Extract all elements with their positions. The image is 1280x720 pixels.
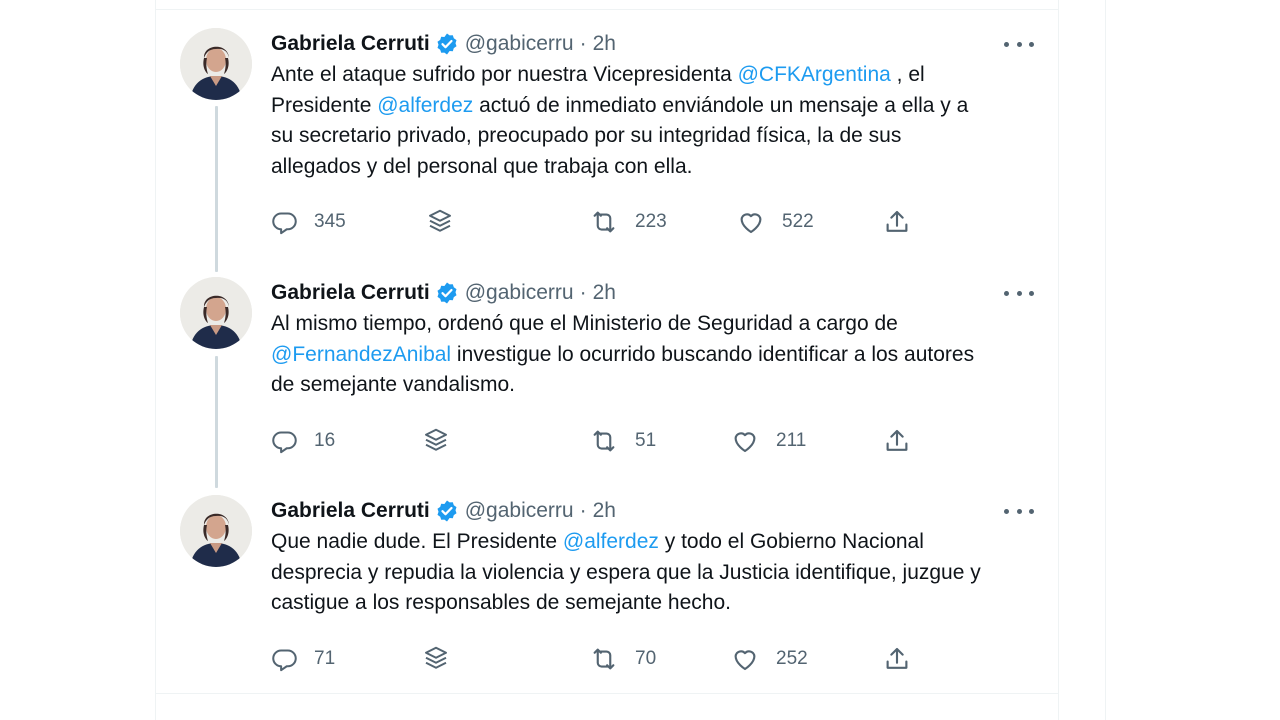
retweet-count: 223 xyxy=(635,211,667,232)
like-button[interactable]: 522 xyxy=(736,205,814,239)
like-count: 522 xyxy=(782,211,814,232)
mention-link[interactable]: @alferdez xyxy=(563,530,659,553)
heart-icon xyxy=(734,650,756,671)
tweet-text-segment: Al mismo tiempo, ordenó que el Ministeri… xyxy=(271,312,898,335)
reply-button[interactable]: 71 xyxy=(271,642,335,676)
share-button[interactable] xyxy=(882,424,912,458)
mention-link[interactable]: @alferdez xyxy=(377,94,473,117)
more-dots-icon[interactable] xyxy=(1004,283,1034,303)
tweet-text: Que nadie dude. El Presidente @alferdez … xyxy=(271,527,1041,619)
reply-button[interactable]: 16 xyxy=(271,424,335,458)
more-dots-icon[interactable] xyxy=(1004,501,1034,521)
retweet-button[interactable]: 223 xyxy=(589,205,667,239)
tweet-text-segment: actuó de inmediato enviándole un mensaje… xyxy=(473,93,969,117)
tweet-text-segment: su secretario privado, preocupado por su… xyxy=(271,124,902,147)
share-button[interactable] xyxy=(882,642,912,676)
like-count: 252 xyxy=(776,648,808,669)
reply-count: 345 xyxy=(314,211,346,232)
author-handle[interactable]: @gabicerru xyxy=(465,32,574,56)
tweet-actions: 16 51 211 xyxy=(156,424,1058,458)
share-button[interactable] xyxy=(882,205,912,239)
share-icon xyxy=(886,429,908,451)
retweet-icon xyxy=(593,648,615,670)
tweet-text-segment: investigue lo ocurrido buscando identifi… xyxy=(451,342,975,366)
like-count: 211 xyxy=(776,430,807,451)
retweet-icon xyxy=(593,430,615,452)
timestamp[interactable]: 2h xyxy=(593,281,616,305)
heart-icon xyxy=(740,213,762,234)
stack-button[interactable] xyxy=(421,424,451,458)
heart-icon xyxy=(734,432,756,453)
layers-icon xyxy=(425,428,447,451)
like-button[interactable]: 252 xyxy=(730,642,808,676)
separator-dot: · xyxy=(579,32,587,55)
verified-badge-icon xyxy=(435,281,459,305)
reply-count: 71 xyxy=(314,648,336,669)
tweet-text-segment: allegados y del personal que trabaja con… xyxy=(271,154,693,178)
separator-dot: · xyxy=(579,281,587,304)
tweet-text-segment: y todo el Gobierno Nacional xyxy=(658,530,924,553)
timestamp[interactable]: 2h xyxy=(593,32,616,56)
speech-bubble-icon xyxy=(272,430,297,453)
avatar[interactable] xyxy=(180,277,252,349)
tweet-actions: 345 223 522 xyxy=(156,205,1058,239)
timestamp[interactable]: 2h xyxy=(593,499,616,523)
tweet-header: Gabriela Cerruti @gabicerru · 2h xyxy=(271,495,616,527)
verified-badge-icon xyxy=(435,32,459,56)
mention-link[interactable]: @CFKArgentina xyxy=(738,63,891,86)
author-name[interactable]: Gabriela Cerruti xyxy=(271,281,430,305)
tweet-header: Gabriela Cerruti @gabicerru · 2h xyxy=(271,28,616,60)
tweet-text: Al mismo tiempo, ordenó que el Ministeri… xyxy=(271,309,1041,401)
retweet-button[interactable]: 70 xyxy=(589,642,656,676)
retweet-button[interactable]: 51 xyxy=(589,424,656,458)
speech-bubble-icon xyxy=(272,648,297,671)
tweet-text-segment: Que nadie dude. El Presidente xyxy=(271,530,563,553)
verified-badge-icon xyxy=(435,499,459,523)
author-handle[interactable]: @gabicerru xyxy=(465,281,574,305)
layers-icon xyxy=(425,646,447,669)
like-button[interactable]: 211 xyxy=(730,424,806,458)
page: Gabriela Cerruti @gabicerru · 2h Ante el… xyxy=(0,0,1280,720)
tweet-thread-feed: Gabriela Cerruti @gabicerru · 2h Ante el… xyxy=(155,0,1059,720)
top-divider xyxy=(156,9,1058,10)
avatar[interactable] xyxy=(180,495,252,567)
tweet-text: Ante el ataque sufrido por nuestra Vicep… xyxy=(271,60,1041,182)
retweet-count: 51 xyxy=(635,430,657,451)
stack-button[interactable] xyxy=(421,642,451,676)
author-name[interactable]: Gabriela Cerruti xyxy=(271,32,430,56)
separator-dot: · xyxy=(579,499,587,522)
tweet-text-segment: Presidente xyxy=(271,93,378,117)
tweet[interactable]: Gabriela Cerruti @gabicerru · 2h Que nad… xyxy=(156,495,1058,685)
mention-link[interactable]: @FernandezAnibal xyxy=(271,343,451,366)
author-handle[interactable]: @gabicerru xyxy=(465,499,574,523)
bottom-divider xyxy=(156,693,1058,694)
tweet-text-segment: de semejante vandalismo. xyxy=(271,373,515,396)
avatar[interactable] xyxy=(180,28,252,100)
layers-icon xyxy=(429,209,451,232)
more-dots-icon[interactable] xyxy=(1004,34,1034,54)
author-name[interactable]: Gabriela Cerruti xyxy=(271,499,430,523)
reply-count: 16 xyxy=(314,430,336,451)
tweet-text-segment: desprecia y repudia la violencia y esper… xyxy=(271,560,981,584)
tweet[interactable]: Gabriela Cerruti @gabicerru · 2h Al mism… xyxy=(156,277,1058,467)
tweet-text-segment: , el xyxy=(890,63,925,86)
stack-button[interactable] xyxy=(425,205,455,239)
tweet-text-segment: castigue a los responsables de semejante… xyxy=(271,591,731,614)
reply-button[interactable]: 345 xyxy=(271,205,346,239)
share-icon xyxy=(886,647,908,669)
retweet-icon xyxy=(593,211,615,233)
tweet-actions: 71 70 252 xyxy=(156,642,1058,676)
retweet-count: 70 xyxy=(635,648,657,669)
tweet-header: Gabriela Cerruti @gabicerru · 2h xyxy=(271,277,616,309)
tweet-text-segment: Ante el ataque sufrido por nuestra Vicep… xyxy=(271,63,738,86)
speech-bubble-icon xyxy=(272,211,297,234)
share-icon xyxy=(886,210,908,232)
tweet[interactable]: Gabriela Cerruti @gabicerru · 2h Ante el… xyxy=(156,28,1058,243)
right-column-border xyxy=(1105,0,1106,720)
